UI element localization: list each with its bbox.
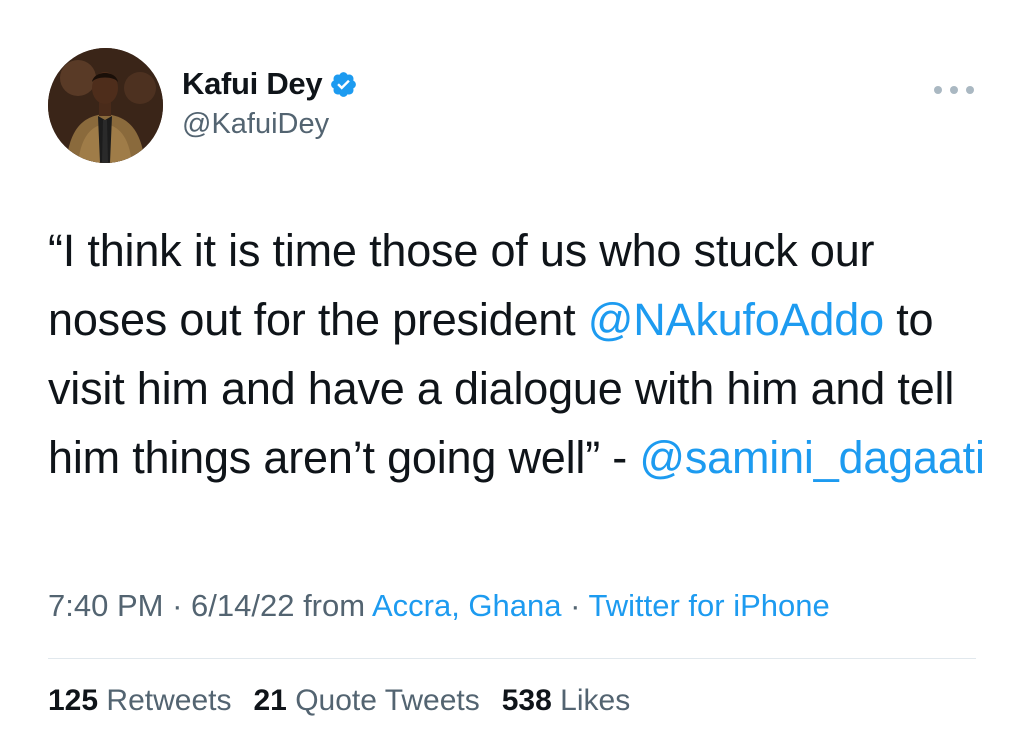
tweet-stats: 125 Retweets 21 Quote Tweets 538 Likes xyxy=(48,684,630,718)
likes-count: 538 xyxy=(501,684,552,717)
more-dots-icon xyxy=(950,86,958,94)
meta-separator: · xyxy=(163,588,192,623)
user-handle[interactable]: @KafuiDey xyxy=(182,108,329,141)
tweet-card: Kafui Dey @KafuiDey “I think it is time … xyxy=(0,0,1024,736)
quote-tweets-count: 21 xyxy=(253,684,287,717)
mention-link[interactable]: @NAkufoAddo xyxy=(588,294,884,345)
user-name-row: Kafui Dey xyxy=(182,66,358,102)
user-display-name[interactable]: Kafui Dey xyxy=(182,66,323,102)
quote-tweets-label: Quote Tweets xyxy=(295,684,480,717)
retweets-label: Retweets xyxy=(106,684,232,717)
meta-separator: · xyxy=(561,588,589,623)
tweet-text: “I think it is time those of us who stuc… xyxy=(48,216,988,492)
more-options-button[interactable] xyxy=(934,82,974,98)
from-label: from xyxy=(294,588,372,623)
avatar[interactable] xyxy=(48,48,163,163)
mention-link[interactable]: @samini_dagaati xyxy=(639,432,985,483)
more-dots-icon xyxy=(934,86,942,94)
likes-stat[interactable]: 538 Likes xyxy=(502,684,630,718)
quote-tweets-stat[interactable]: 21 Quote Tweets xyxy=(253,684,479,718)
tweet-meta: 7:40 PM · 6/14/22 from Accra, Ghana · Tw… xyxy=(48,588,830,624)
more-dots-icon xyxy=(966,86,974,94)
location-link[interactable]: Accra, Ghana xyxy=(372,588,562,623)
avatar-image xyxy=(48,48,163,163)
tweet-date[interactable]: 6/14/22 xyxy=(191,588,294,623)
divider xyxy=(48,658,976,659)
retweets-stat[interactable]: 125 Retweets xyxy=(48,684,231,718)
retweets-count: 125 xyxy=(48,684,99,717)
source-link[interactable]: Twitter for iPhone xyxy=(589,588,830,623)
tweet-time[interactable]: 7:40 PM xyxy=(48,588,163,623)
likes-label: Likes xyxy=(560,684,631,717)
verified-badge-icon xyxy=(329,70,358,99)
